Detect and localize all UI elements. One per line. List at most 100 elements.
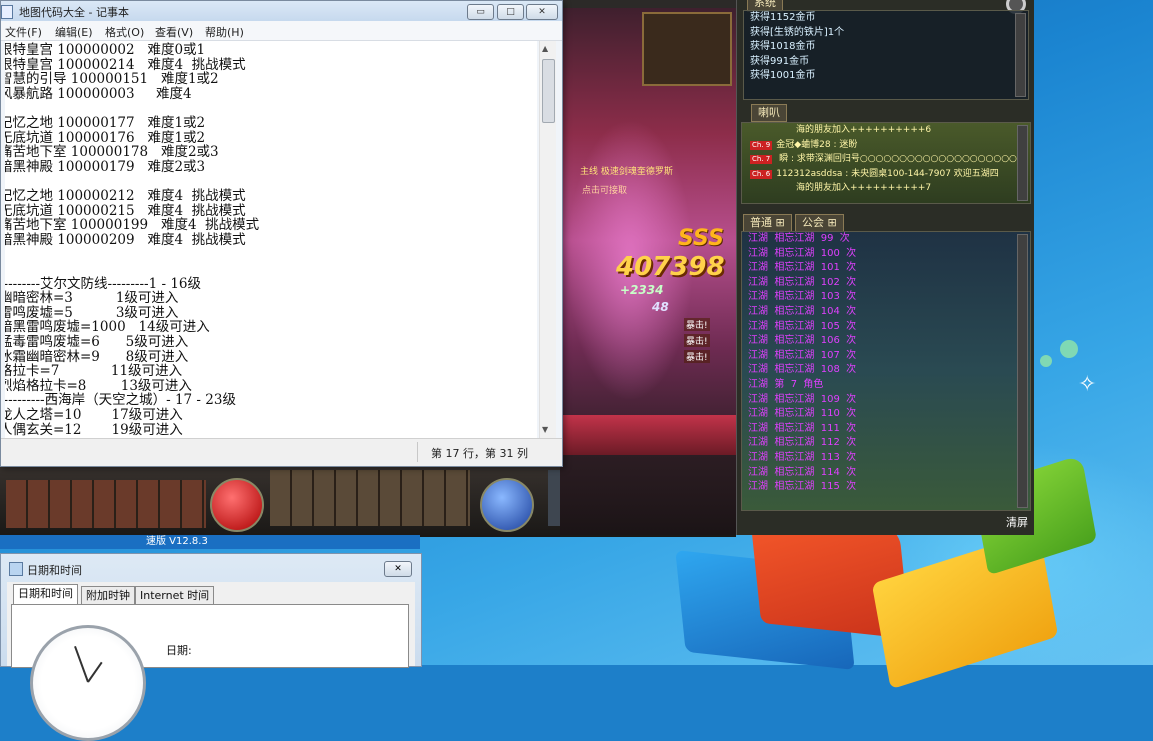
tab-additional-clocks[interactable]: 附加时钟 [81,586,135,605]
quest-hint: 点击可接取 [582,186,628,196]
hud-skill-slots[interactable] [270,470,470,526]
text-line: 烈焰格拉卡=8 13级可进入 [5,377,192,394]
game-viewport[interactable]: 主线 极速剑魂奎德罗斯 点击可接取 SSS 407398 +2334 48 暴击… [560,0,736,535]
text-line: 无底坑道 100000176 难度1或2 [5,129,206,146]
chat-message: 江湖 相忘江湖 106 次 [748,335,857,347]
chat-message: 江湖 相忘江湖 107 次 [748,349,857,361]
chat-message: 江湖 相忘江湖 101 次 [748,262,857,274]
cursor-position: 第 17 行，第 31 列 [431,447,528,460]
text-line: 幽暗密林=3 1级可进入 [5,290,179,307]
version-strip [0,535,420,549]
chat-message: 江湖 相忘江湖 114 次 [748,466,857,478]
dialog-body: 日期和时间 附加时钟 Internet 时间 日期: [7,582,415,741]
decorative-dot [1040,355,1052,367]
hud-item-slots-left[interactable] [6,480,206,528]
close-button[interactable]: ✕ [384,561,412,577]
channel-badge: Ch. 7 [750,155,773,164]
chat-message: 江湖 相忘江湖 103 次 [748,291,857,303]
minimize-button[interactable]: ▭ [467,4,494,20]
text-line: 无底坑道 100000215 难度4 挑战模式 [5,202,246,219]
chat-message: 江湖 相忘江湖 109 次 [748,393,857,405]
system-scrollbar[interactable] [1015,13,1026,97]
text-line: 风暴航路 100000003 难度4 [5,85,192,102]
close-button[interactable]: ✕ [526,4,558,20]
text-line: 人偶玄关=12 19级可进入 [5,421,183,438]
clock-icon [9,562,23,576]
clear-screen-button[interactable]: 清屏 [1006,514,1028,530]
horn-message: 海的朋友加入++++++++++6 [796,125,932,135]
analog-clock [30,625,146,741]
notepad-window: 地图代码大全 - 记事本 ▭ □ ✕ 文件(F) 编辑(E) 格式(O) 查看(… [0,0,563,467]
chat-message: 江湖 相忘江湖 105 次 [748,320,857,332]
system-message: 获得1018金币 [750,41,816,53]
clock-minute-hand [74,645,89,683]
tab-panel: 日期: [11,604,409,741]
vertical-scrollbar[interactable]: ▲ ▼ [539,41,556,438]
text-line: 暗黑雷鸣废墟=1000 14级可进入 [5,319,210,336]
menu-help[interactable]: 帮助(H) [205,24,244,40]
combo-score: 407398 [616,252,725,282]
text-line: 根特皇宫 100000214 难度4 挑战模式 [5,56,246,73]
tab-guild-label: 公会 [802,216,824,229]
butterfly-icon: ✧ [1078,372,1097,397]
datetime-dialog: 日期和时间 ✕ 日期和时间 附加时钟 Internet 时间 日期: [0,553,422,741]
hit-label: 暴击! [684,318,710,331]
mp-orb [480,478,534,532]
tab-guild[interactable]: 公会 ⊞ [795,214,844,232]
horn-message-text: 瞬 : 求带深渊回归号○○○○○○○○○○○○○○○○○○○○○ [776,154,1025,164]
normal-scrollbar[interactable] [1017,234,1028,508]
text-line: 记忆之地 100000212 难度4 挑战模式 [5,188,246,204]
scroll-down-icon[interactable]: ▼ [542,425,548,434]
text-line: 痛苦地下室 100000178 难度2或3 [5,144,219,161]
text-line: 记忆之地 100000177 难度1或2 [5,115,206,131]
system-message: 获得1001金币 [750,70,816,82]
system-message: 获得1152金币 [750,12,816,23]
chat-message: 江湖 相忘江湖 102 次 [748,276,857,288]
system-message: 获得[生锈的铁片]1个 [750,26,845,38]
tab-horn[interactable]: 喇叭 [751,104,787,122]
window-title: 地图代码大全 - 记事本 [19,6,129,19]
menu-edit[interactable]: 编辑(E) [55,24,93,40]
text-line: 格拉卡=7 11级可进入 [5,363,183,380]
combo-rank: SSS [678,226,724,251]
text-editor-area[interactable]: 根特皇宫 100000002 难度0或1 根特皇宫 100000214 难度4 … [5,41,537,438]
decorative-dot [1060,340,1078,358]
horn-message: Ch. 7 瞬 : 求带深渊回归号○○○○○○○○○○○○○○○○○○○○○ [742,152,1030,167]
tab-normal-label: 普通 [750,216,772,229]
text-line: 根特皇宫 100000002 难度0或1 [5,42,206,58]
text-line: ----------西海岸（天空之城）- 17 - 23级 [5,392,236,409]
scrollbar-thumb[interactable] [542,59,555,123]
tab-internet-time[interactable]: Internet 时间 [135,586,215,605]
menu-file[interactable]: 文件(F) [5,24,42,40]
maximize-button[interactable]: □ [497,4,524,20]
horn-message-area: 海的朋友加入++++++++++6 Ch. 9 金冠◆蛐博28 : 迷盼 Ch. … [741,122,1031,204]
hp-orb [210,478,264,532]
tab-date-time[interactable]: 日期和时间 [13,584,78,605]
chat-message: 江湖 相忘江湖 115 次 [748,481,857,493]
menu-view[interactable]: 查看(V) [155,24,193,40]
game-top-bar [560,0,736,8]
horn-message: Ch. 9 金冠◆蛐博28 : 迷盼 [742,138,1030,153]
tab-normal[interactable]: 普通 ⊞ [743,214,792,232]
horn-message: 海的朋友加入++++++++++7 [796,183,932,193]
chat-panel: 系统 获得1152金币 获得[生锈的铁片]1个 获得1018金币 获得991金币… [736,0,1034,535]
text-line: 暗黑神殿 100000179 难度2或3 [5,158,206,175]
chat-message: 江湖 相忘江湖 112 次 [748,437,857,449]
combo-hits: 48 [652,300,669,314]
notepad-titlebar[interactable]: 地图代码大全 - 记事本 ▭ □ ✕ [1,1,562,21]
channel-badge: Ch. 9 [750,140,773,150]
chat-message: 江湖 第 7 角色 [748,378,824,390]
text-line: ---------艾尔文防线---------1 - 16级 [5,275,202,292]
scroll-up-icon[interactable]: ▲ [542,44,548,53]
hit-label: 暴击! [684,350,710,363]
horn-message: Ch. 6 112312asddsa : 未央圆桌100-144-7907 欢迎五… [742,167,1030,182]
status-divider [417,442,418,462]
chat-message: 江湖 相忘江湖 104 次 [748,305,857,317]
text-line: 暗黑神殿 100000209 难度4 挑战模式 [5,231,246,248]
quest-tracker[interactable]: 主线 极速剑魂奎德罗斯 [580,164,673,177]
minimap[interactable] [642,12,732,86]
horn-scrollbar[interactable] [1017,125,1028,201]
menu-format[interactable]: 格式(O) [105,24,144,40]
combo-bonus: +2334 [620,283,664,297]
chat-message: 江湖 相忘江湖 108 次 [748,364,857,376]
